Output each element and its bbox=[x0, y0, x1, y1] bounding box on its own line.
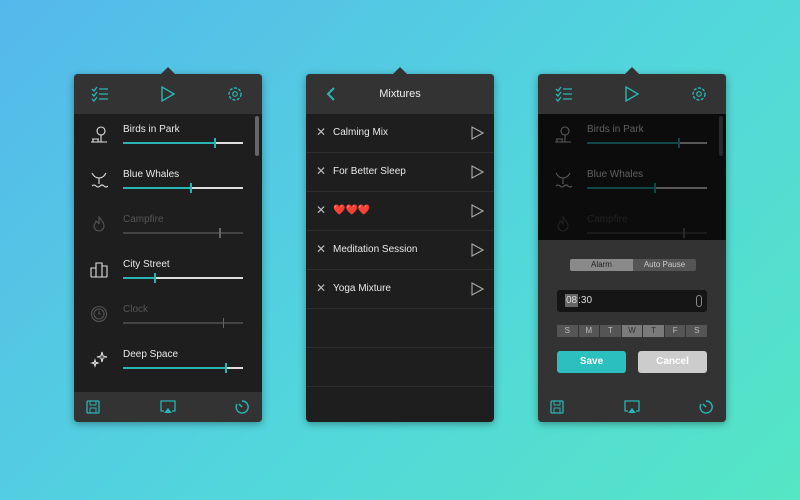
sparkles-icon bbox=[90, 351, 108, 368]
header: Mixtures bbox=[306, 74, 494, 114]
minute-field[interactable]: :30 bbox=[578, 295, 592, 306]
play-icon[interactable] bbox=[470, 165, 484, 179]
play-icon[interactable] bbox=[470, 243, 484, 257]
airplay-icon[interactable] bbox=[624, 400, 640, 414]
play-icon[interactable] bbox=[470, 126, 484, 140]
play-icon[interactable] bbox=[470, 282, 484, 296]
sound-label: Birds in Park bbox=[123, 124, 180, 135]
footer bbox=[74, 392, 262, 422]
save-button[interactable]: Save bbox=[557, 351, 626, 373]
slider-knob[interactable] bbox=[225, 363, 227, 373]
sound-label: City Street bbox=[123, 259, 170, 270]
slider-fill bbox=[123, 322, 223, 324]
sound-label: Blue Whales bbox=[123, 169, 180, 180]
whale-tail-icon bbox=[91, 172, 108, 188]
volume-slider[interactable] bbox=[123, 363, 243, 373]
mixture-name: Yoga Mixture bbox=[333, 283, 391, 294]
day-toggle[interactable]: S bbox=[557, 325, 578, 337]
mixture-row[interactable]: ✕ For Better Sleep bbox=[306, 153, 494, 192]
slider-fill bbox=[123, 277, 155, 279]
tree-bench-icon bbox=[91, 126, 107, 143]
save-icon[interactable] bbox=[550, 400, 564, 414]
save-icon[interactable] bbox=[86, 400, 100, 414]
buildings-icon bbox=[90, 262, 108, 278]
sound-row[interactable]: Birds in Park bbox=[74, 114, 252, 159]
day-toggle[interactable]: M bbox=[578, 325, 600, 337]
play-icon[interactable] bbox=[160, 86, 176, 102]
mixture-name: ❤️❤️❤️ bbox=[333, 205, 371, 216]
dim-overlay bbox=[538, 114, 726, 240]
header bbox=[74, 74, 262, 114]
day-toggle[interactable]: S bbox=[686, 325, 708, 337]
slider-knob[interactable] bbox=[190, 183, 192, 193]
slider-fill bbox=[123, 142, 215, 144]
sound-label: Clock bbox=[123, 304, 149, 315]
volume-slider[interactable] bbox=[123, 318, 243, 328]
delete-icon[interactable]: ✕ bbox=[316, 281, 326, 295]
sounds-panel: Birds in Park Blue Whales Campfire City … bbox=[74, 67, 262, 422]
volume-slider[interactable] bbox=[123, 138, 243, 148]
delete-icon[interactable]: ✕ bbox=[316, 242, 326, 256]
alarm-sheet: Alarm Auto Pause 08:30 SMTWTFS Save Canc… bbox=[538, 240, 726, 392]
mode-segmented-control: Alarm Auto Pause bbox=[570, 259, 696, 271]
empty-row bbox=[306, 309, 494, 348]
slider-knob[interactable] bbox=[222, 318, 225, 328]
checklist-icon[interactable] bbox=[555, 86, 573, 102]
sound-label: Deep Space bbox=[123, 349, 179, 360]
slider-knob[interactable] bbox=[214, 138, 216, 148]
delete-icon[interactable]: ✕ bbox=[316, 125, 326, 139]
play-icon[interactable] bbox=[470, 204, 484, 218]
day-toggle[interactable]: T bbox=[643, 325, 664, 337]
delete-icon[interactable]: ✕ bbox=[316, 203, 326, 217]
airplay-icon[interactable] bbox=[160, 400, 176, 414]
volume-slider[interactable] bbox=[123, 228, 243, 238]
sound-label: Campfire bbox=[123, 214, 164, 225]
header bbox=[538, 74, 726, 114]
cancel-button[interactable]: Cancel bbox=[638, 351, 707, 373]
clock-icon bbox=[90, 305, 108, 323]
play-icon[interactable] bbox=[624, 86, 640, 102]
time-stepper[interactable] bbox=[696, 295, 702, 307]
tab-alarm[interactable]: Alarm bbox=[570, 259, 633, 271]
page-title: Mixtures bbox=[379, 88, 421, 100]
gear-icon[interactable] bbox=[691, 86, 707, 102]
timer-panel: Birds in Park Blue Whales Campfire City … bbox=[538, 67, 726, 422]
hour-field[interactable]: 08 bbox=[565, 294, 579, 307]
sound-row[interactable]: Deep Space bbox=[74, 339, 252, 384]
day-toggle[interactable]: F bbox=[664, 325, 686, 337]
slider-fill bbox=[123, 232, 219, 234]
empty-row bbox=[306, 348, 494, 387]
gear-icon[interactable] bbox=[227, 86, 243, 102]
timer-icon[interactable] bbox=[234, 399, 250, 415]
mixture-name: Meditation Session bbox=[333, 244, 418, 255]
mixture-name: For Better Sleep bbox=[333, 166, 406, 177]
sound-row[interactable]: Clock bbox=[74, 294, 252, 339]
delete-icon[interactable]: ✕ bbox=[316, 164, 326, 178]
slider-knob[interactable] bbox=[154, 273, 156, 283]
sound-row[interactable]: City Street bbox=[74, 249, 252, 294]
sound-row[interactable]: Campfire bbox=[74, 204, 252, 249]
mixture-name: Calming Mix bbox=[333, 127, 389, 138]
mixtures-panel: Mixtures ✕ Calming Mix ✕ For Better Sleep ✕ ❤… bbox=[306, 67, 494, 422]
footer bbox=[538, 392, 726, 422]
day-toggle[interactable]: T bbox=[600, 325, 621, 337]
slider-fill bbox=[123, 367, 225, 369]
checklist-icon[interactable] bbox=[91, 86, 109, 102]
timer-icon[interactable] bbox=[698, 399, 714, 415]
slider-knob[interactable] bbox=[219, 228, 221, 238]
time-input[interactable]: 08:30 bbox=[557, 290, 707, 312]
scrollbar[interactable] bbox=[255, 116, 259, 156]
sound-row[interactable]: Blue Whales bbox=[74, 159, 252, 204]
mixture-row[interactable]: ✕ Calming Mix bbox=[306, 114, 494, 153]
campfire-icon bbox=[93, 215, 105, 232]
mixture-row[interactable]: ✕ Yoga Mixture bbox=[306, 270, 494, 309]
volume-slider[interactable] bbox=[123, 183, 243, 193]
slider-fill bbox=[123, 187, 191, 189]
tab-auto-pause[interactable]: Auto Pause bbox=[633, 259, 696, 271]
weekday-selector: SMTWTFS bbox=[557, 325, 708, 337]
mixture-row[interactable]: ✕ Meditation Session bbox=[306, 231, 494, 270]
volume-slider[interactable] bbox=[123, 273, 243, 283]
mixture-row[interactable]: ✕ ❤️❤️❤️ bbox=[306, 192, 494, 231]
day-toggle[interactable]: W bbox=[621, 325, 643, 337]
